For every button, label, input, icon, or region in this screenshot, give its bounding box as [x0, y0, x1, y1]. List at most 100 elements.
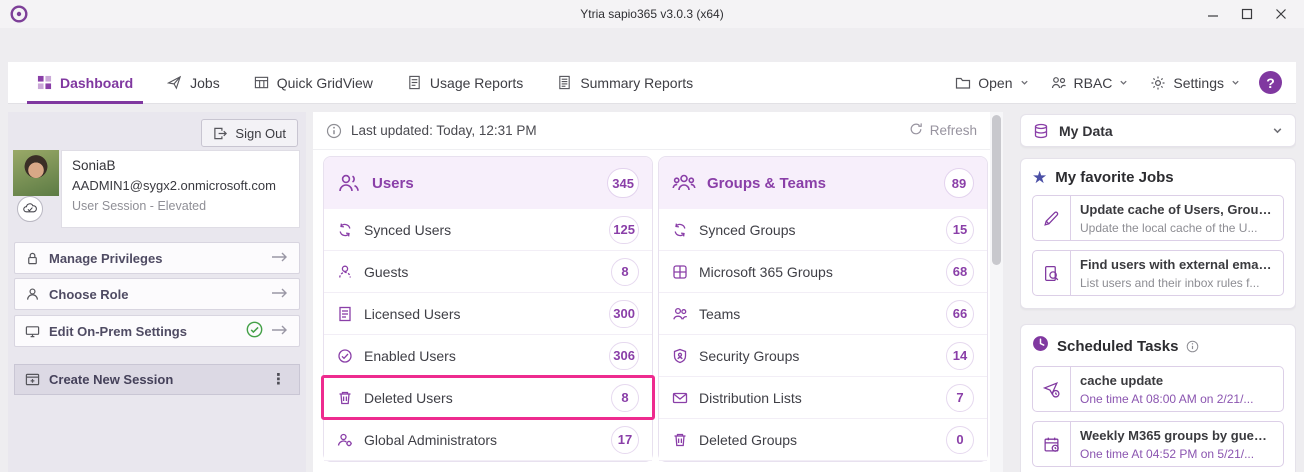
cloud-session-badge-icon: [17, 196, 43, 222]
user-name: SoniaB: [72, 158, 289, 173]
refresh-button[interactable]: Refresh: [909, 122, 977, 139]
stat-count-badge: 0: [946, 426, 974, 454]
rbac-menu-button[interactable]: RBAC: [1040, 62, 1140, 104]
jobs-icon: [167, 75, 182, 90]
stat-label: Teams: [699, 306, 740, 322]
task-send-icon: [1033, 367, 1071, 411]
last-updated-text: Last updated: Today, 12:31 PM: [351, 123, 537, 138]
groups-teams-card: Groups & Teams 89 Synced Groups 15 Micro…: [658, 156, 988, 462]
minimize-button[interactable]: [1196, 0, 1230, 28]
scheduled-tasks-title: Scheduled Tasks: [1057, 338, 1178, 355]
user-info: SoniaB AADMIN1@sygx2.onmicrosoft.com Use…: [61, 150, 300, 228]
stat-count-badge: 68: [946, 258, 974, 286]
choose-role-button[interactable]: Choose Role: [14, 278, 300, 310]
stat-count-badge: 125: [609, 216, 639, 244]
stat-row-guests[interactable]: Guests 8: [324, 251, 652, 293]
tab-label: Dashboard: [60, 75, 133, 91]
user-session-type: User Session - Elevated: [72, 199, 289, 213]
maximize-button[interactable]: [1230, 0, 1264, 28]
stat-row-deleted-groups[interactable]: Deleted Groups 0: [659, 419, 987, 461]
stat-row-teams[interactable]: Teams 66: [659, 293, 987, 335]
sign-out-icon: [213, 126, 228, 141]
stat-count-badge: 15: [946, 216, 974, 244]
choose-role-label: Choose Role: [49, 287, 128, 302]
guest-icon: [337, 264, 353, 280]
chevron-down-icon: [1119, 78, 1128, 87]
enabled-users-icon: [337, 348, 353, 364]
stat-row-synced-users[interactable]: Synced Users 125: [324, 209, 652, 251]
manage-privileges-button[interactable]: Manage Privileges: [14, 242, 300, 274]
settings-menu-button[interactable]: Settings: [1139, 62, 1251, 104]
stat-row-m365-groups[interactable]: Microsoft 365 Groups 68: [659, 251, 987, 293]
favorite-jobs-card: ★ My favorite Jobs Update cache of Users…: [1020, 158, 1296, 309]
kebab-menu-icon[interactable]: ⋮: [268, 372, 289, 387]
stat-row-synced-groups[interactable]: Synced Groups 15: [659, 209, 987, 251]
open-menu-button[interactable]: Open: [944, 62, 1039, 104]
scheduled-tasks-header: Scheduled Tasks: [1032, 335, 1284, 357]
scheduled-task-text: cache update One time At 08:00 AM on 2/2…: [1071, 367, 1283, 411]
favorite-job-item[interactable]: Find users with external email ... List …: [1032, 250, 1284, 296]
stat-row-global-administrators[interactable]: Global Administrators 17: [324, 419, 652, 461]
stat-row-deleted-users[interactable]: Deleted Users 8: [324, 377, 652, 419]
stat-label: Guests: [364, 264, 408, 280]
favorite-job-text: Update cache of Users, Groups... Update …: [1071, 196, 1283, 240]
dashboard-grid-icon: [37, 75, 52, 90]
stat-row-distribution-lists[interactable]: Distribution Lists 7: [659, 377, 987, 419]
scheduled-task-item[interactable]: cache update One time At 08:00 AM on 2/2…: [1032, 366, 1284, 412]
sign-out-button[interactable]: Sign Out: [201, 119, 298, 147]
stat-row-enabled-users[interactable]: Enabled Users 306: [324, 335, 652, 377]
favorite-job-item[interactable]: Update cache of Users, Groups... Update …: [1032, 195, 1284, 241]
groups-card-title: Groups & Teams: [707, 175, 826, 192]
stat-label: Synced Users: [364, 222, 451, 238]
global-admin-icon: [337, 432, 353, 448]
right-panel: My Data ★ My favorite Jobs Update cache …: [1020, 112, 1296, 472]
tab-bar: Dashboard Jobs Quick GridView Usage Repo…: [8, 62, 1296, 104]
gridview-icon: [254, 75, 269, 90]
scheduled-tasks-card: Scheduled Tasks cache update One time At…: [1020, 324, 1296, 472]
database-icon: [1033, 123, 1049, 139]
favorite-job-title: Update cache of Users, Groups...: [1080, 202, 1274, 217]
vertical-scrollbar[interactable]: [990, 112, 1003, 472]
arrow-right-icon: [271, 251, 289, 266]
close-button[interactable]: [1264, 0, 1298, 28]
sync-icon: [337, 222, 353, 238]
chevron-down-icon: [1020, 78, 1029, 87]
groups-count-badge: 89: [944, 168, 974, 198]
my-data-expander[interactable]: My Data: [1020, 114, 1296, 147]
tab-summary-reports[interactable]: Summary Reports: [540, 62, 710, 104]
scheduled-task-text: Weekly M365 groups by guest... One time …: [1071, 422, 1283, 466]
scheduled-task-subtitle: One time At 04:52 PM on 5/21/...: [1080, 447, 1274, 461]
open-label: Open: [978, 75, 1012, 91]
scheduled-task-subtitle: One time At 08:00 AM on 2/21/...: [1080, 392, 1274, 406]
tab-usage-reports[interactable]: Usage Reports: [390, 62, 540, 104]
m365-groups-icon: [672, 264, 688, 280]
tab-dashboard[interactable]: Dashboard: [20, 62, 150, 104]
help-button[interactable]: ?: [1259, 71, 1282, 94]
create-new-session-button[interactable]: Create New Session ⋮: [14, 364, 300, 395]
scheduled-task-item[interactable]: Weekly M365 groups by guest... One time …: [1032, 421, 1284, 467]
groups-card-header[interactable]: Groups & Teams 89: [659, 157, 987, 209]
chevron-down-icon: [1231, 78, 1240, 87]
app-icon: [10, 5, 28, 23]
teams-icon: [672, 306, 688, 322]
users-card-header[interactable]: Users 345: [324, 157, 652, 209]
scrollbar-thumb[interactable]: [992, 115, 1001, 265]
stat-count-badge: 66: [946, 300, 974, 328]
pen-icon: [1033, 196, 1071, 240]
users-icon: [337, 171, 361, 195]
tab-quick-gridview[interactable]: Quick GridView: [237, 62, 390, 104]
settings-label: Settings: [1173, 75, 1224, 91]
tab-label: Usage Reports: [430, 75, 523, 91]
stat-count-badge: 8: [611, 384, 639, 412]
users-count-badge: 345: [607, 168, 639, 198]
stat-row-security-groups[interactable]: Security Groups 14: [659, 335, 987, 377]
clock-icon: [1032, 335, 1049, 357]
stat-row-licensed-users[interactable]: Licensed Users 300: [324, 293, 652, 335]
stat-label: Deleted Groups: [699, 432, 797, 448]
role-person-icon: [25, 287, 40, 302]
user-avatar[interactable]: [13, 150, 59, 196]
tab-jobs[interactable]: Jobs: [150, 62, 237, 104]
edit-onprem-settings-button[interactable]: Edit On-Prem Settings: [14, 315, 300, 347]
dashboard-header: Last updated: Today, 12:31 PM Refresh: [313, 112, 990, 150]
distribution-lists-icon: [672, 390, 688, 406]
